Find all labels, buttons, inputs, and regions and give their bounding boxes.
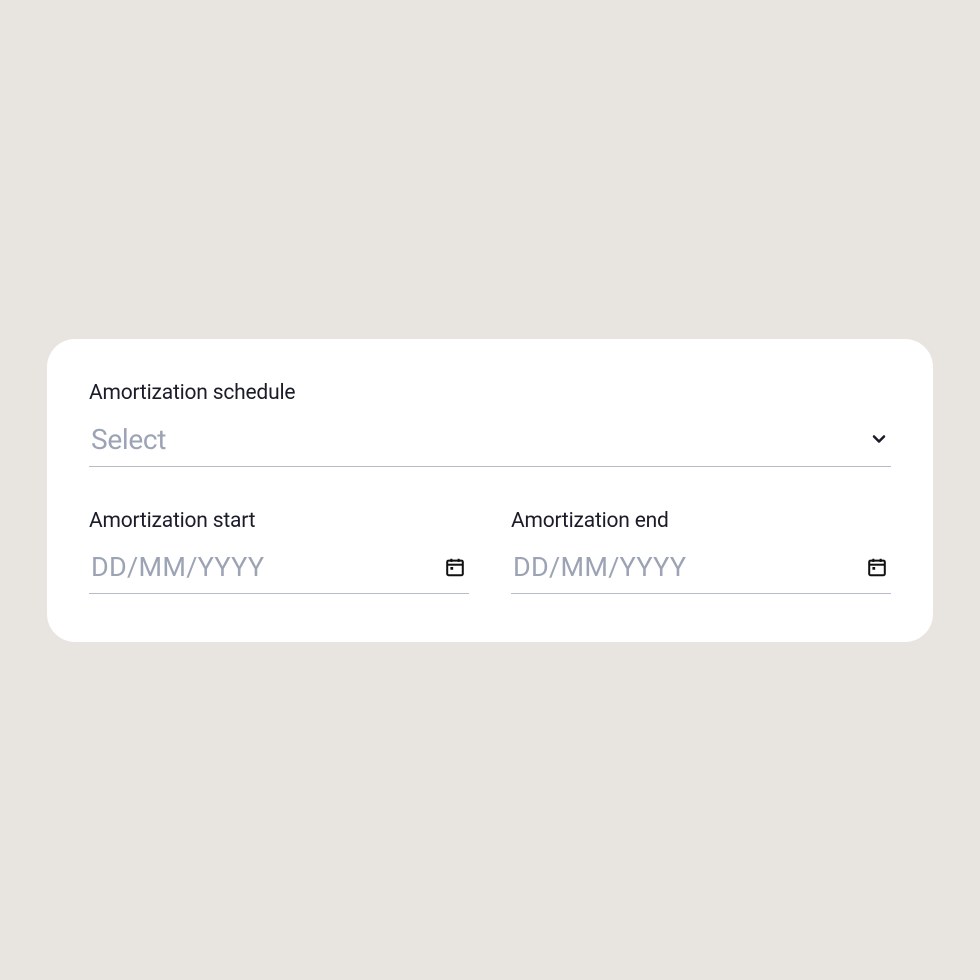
calendar-icon	[443, 555, 467, 579]
end-label: Amortization end	[511, 509, 891, 533]
calendar-icon	[865, 555, 889, 579]
start-placeholder: DD/MM/YYYY	[91, 551, 264, 583]
schedule-select[interactable]: Select	[89, 417, 891, 467]
start-date-input[interactable]: DD/MM/YYYY	[89, 545, 469, 594]
amortization-card: Amortization schedule Select Amortizatio…	[47, 339, 933, 642]
end-field: Amortization end DD/MM/YYYY	[511, 509, 891, 594]
start-field: Amortization start DD/MM/YYYY	[89, 509, 469, 594]
end-date-input[interactable]: DD/MM/YYYY	[511, 545, 891, 594]
chevron-down-icon	[869, 429, 889, 449]
schedule-label: Amortization schedule	[89, 381, 891, 405]
schedule-placeholder: Select	[91, 423, 166, 456]
date-row-container: Amortization start DD/MM/YYYY Amortizati…	[89, 509, 891, 594]
start-label: Amortization start	[89, 509, 469, 533]
end-placeholder: DD/MM/YYYY	[513, 551, 686, 583]
schedule-field: Amortization schedule Select	[89, 381, 891, 467]
